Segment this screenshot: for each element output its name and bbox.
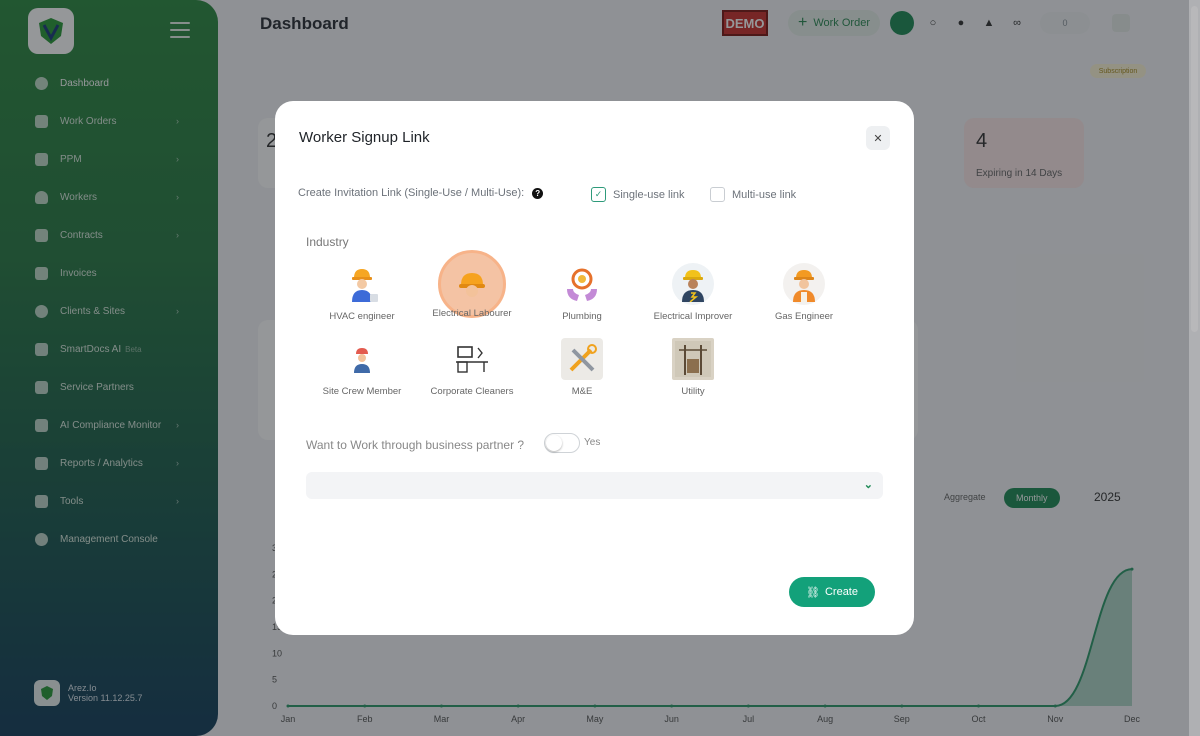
industry-corporate-cleaners[interactable]: Corporate Cleaners [417, 338, 527, 397]
partner-toggle[interactable] [544, 433, 580, 453]
create-button[interactable]: ⛓ Create [789, 577, 875, 607]
invite-row: Create Invitation Link (Single-Use / Mul… [298, 187, 544, 199]
multi-use-option[interactable]: Multi-use link [710, 187, 796, 202]
close-button[interactable]: ✕ [866, 126, 890, 150]
utility-pole-icon [672, 338, 714, 380]
chevron-down-icon: ⌄ [863, 479, 873, 491]
industry-label: Electrical Labourer [432, 308, 512, 319]
worker-signup-modal: Worker Signup Link ✕ Create Invitation L… [275, 101, 914, 635]
industry-site-crew-member[interactable]: Site Crew Member [307, 338, 417, 397]
single-use-option[interactable]: Single-use link [591, 187, 685, 202]
electrical-improver-icon [672, 263, 714, 305]
scrollbar-thumb[interactable] [1191, 6, 1198, 332]
create-label: Create [824, 586, 858, 598]
office-desk-icon [451, 338, 493, 380]
gas-engineer-icon [783, 263, 825, 305]
single-use-label: Single-use link [613, 188, 685, 201]
industry-label: M&E [571, 386, 593, 397]
plumbing-gear-icon [561, 263, 603, 305]
industry-utility[interactable]: Utility [638, 338, 748, 397]
tools-icon [561, 338, 603, 380]
industry-label: Electrical Improver [653, 311, 733, 322]
close-icon: ✕ [873, 132, 883, 145]
industry-label: Plumbing [562, 311, 602, 322]
multi-use-checkbox[interactable] [710, 187, 725, 202]
industry-label: Site Crew Member [322, 386, 402, 397]
industry-gas-engineer[interactable]: Gas Engineer [749, 263, 859, 322]
help-icon[interactable]: ? [532, 187, 544, 199]
industry-label: Gas Engineer [774, 311, 834, 322]
partner-question: Want to Work through business partner ? [306, 438, 525, 452]
single-use-checkbox[interactable] [591, 187, 606, 202]
industry-hvac-engineer[interactable]: HVAC engineer [307, 263, 417, 322]
industry-label: HVAC engineer [329, 311, 395, 322]
industry-label: Corporate Cleaners [430, 386, 514, 397]
industry-label: Utility [681, 386, 705, 397]
site-crew-icon [341, 338, 383, 380]
invite-label: Create Invitation Link (Single-Use / Mul… [298, 187, 525, 199]
industry-electrical-improver[interactable]: Electrical Improver [638, 263, 748, 322]
industry-electrical-labourer[interactable]: Electrical Labourer [417, 250, 527, 319]
multi-use-label: Multi-use link [732, 188, 797, 201]
industry-m-and-e[interactable]: M&E [527, 338, 637, 397]
hvac-engineer-icon [341, 263, 383, 305]
modal-title: Worker Signup Link [299, 129, 430, 146]
industry-plumbing[interactable]: Plumbing [527, 263, 637, 322]
industry-label: Industry [306, 235, 349, 249]
business-partner-select[interactable]: ⌄ [306, 472, 883, 499]
link-icon: ⛓ [806, 586, 820, 599]
partner-toggle-label: Yes [584, 437, 601, 448]
